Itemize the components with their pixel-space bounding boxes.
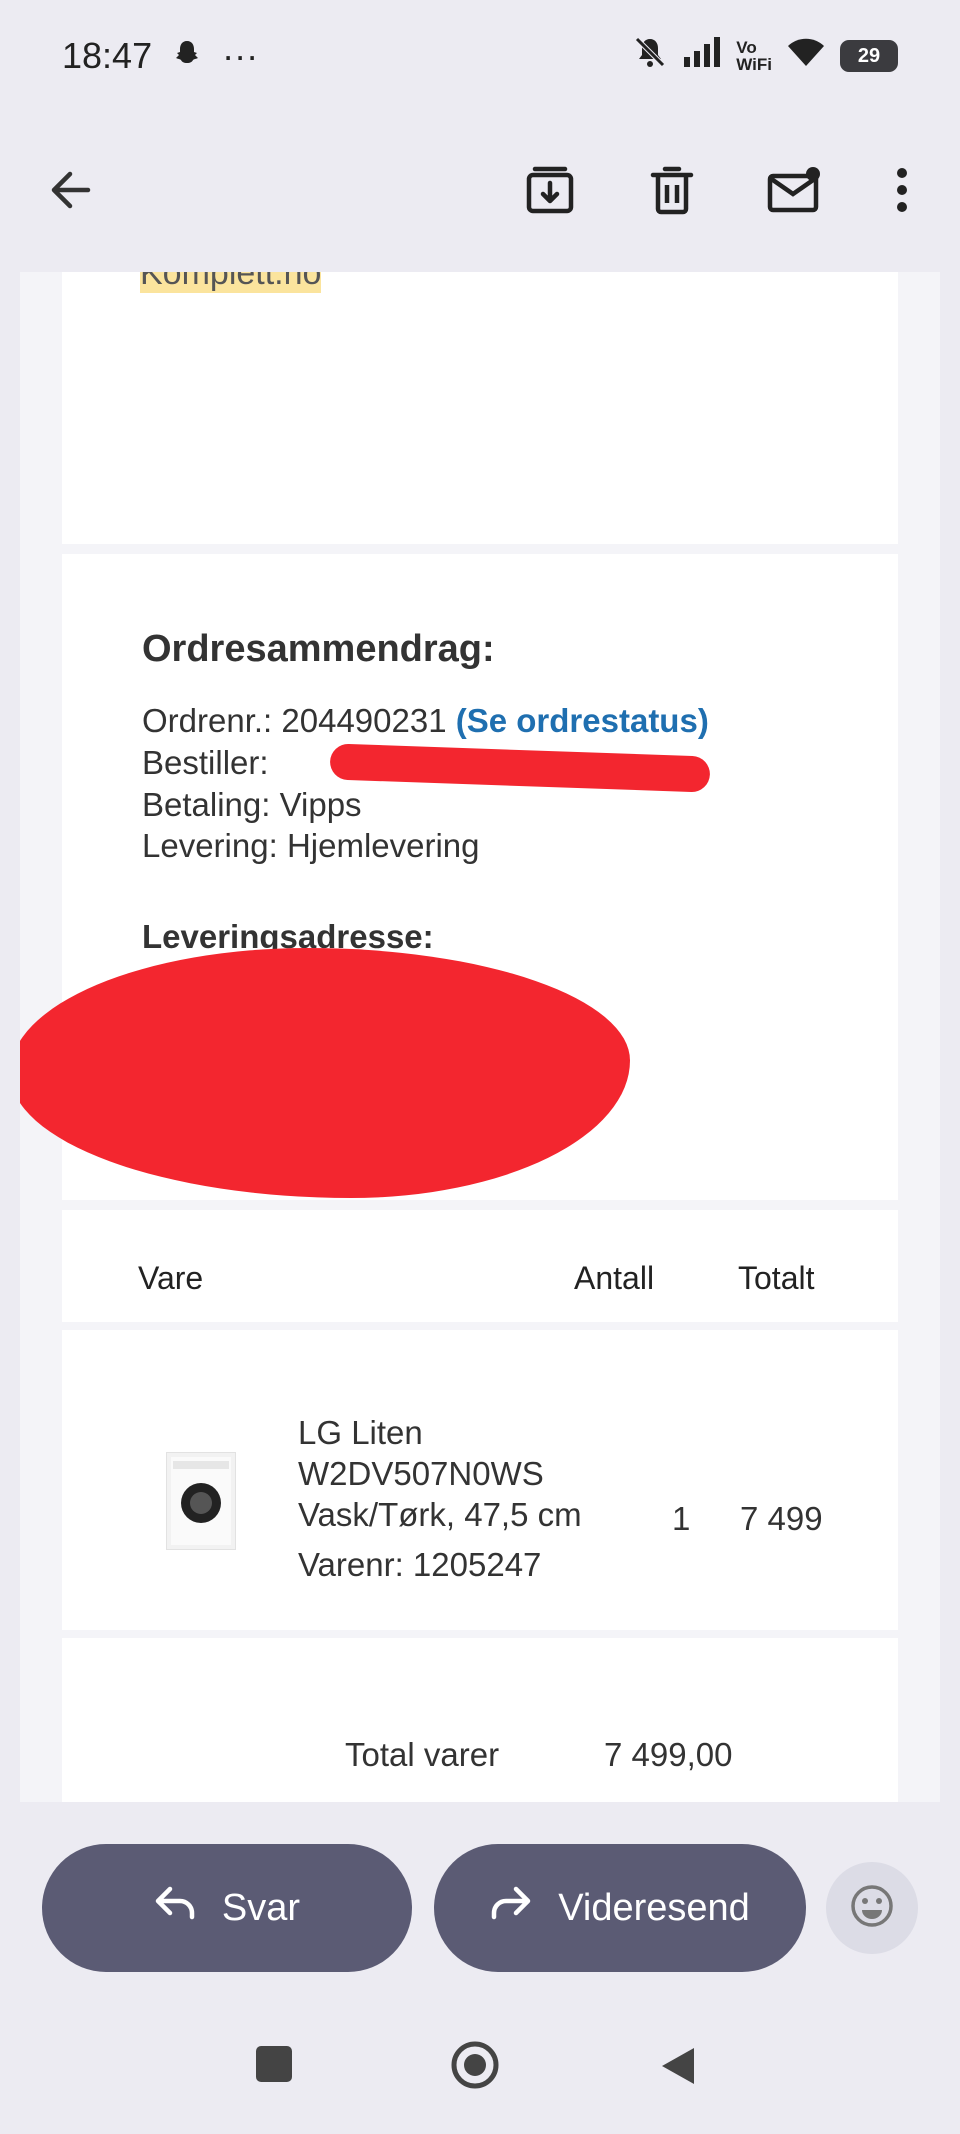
payment-value: Vipps — [279, 786, 362, 823]
order-number-label: Ordrenr.: — [142, 702, 273, 739]
bottom-action-bar: Svar Videresend — [0, 1802, 960, 2134]
address-redaction — [20, 948, 630, 1198]
mail-unread-icon[interactable] — [765, 160, 825, 220]
arrow-left-icon[interactable] — [40, 160, 100, 220]
nav-home-icon[interactable] — [450, 2040, 500, 2095]
totals-panel — [62, 1638, 898, 1802]
totals-label: Total varer — [345, 1736, 500, 1773]
totals-value: 7 499,00 — [604, 1736, 733, 1773]
order-status-link[interactable]: (Se ordrestatus) — [456, 702, 709, 739]
product-name-line2[interactable]: W2DV507N0WS — [298, 1453, 544, 1495]
forward-button[interactable]: Videresend — [434, 1844, 806, 1972]
delivery-label: Levering: — [142, 827, 278, 864]
archive-icon[interactable] — [520, 160, 580, 220]
bell-off-icon — [632, 34, 668, 79]
clock: 18:47 — [62, 35, 153, 76]
reply-icon — [154, 1885, 196, 1931]
product-total: 7 499 — [740, 1500, 823, 1537]
summary-title: Ordresammendrag: — [142, 628, 495, 670]
smiley-icon — [850, 1884, 894, 1933]
reply-button[interactable]: Svar — [42, 1844, 412, 1972]
forward-label: Videresend — [558, 1886, 750, 1929]
sender-snippet: Komplett.no — [140, 272, 322, 293]
col-qty: Antall — [574, 1260, 655, 1296]
snapchat-icon — [172, 35, 202, 77]
product-sku: Varenr: 1205247 — [298, 1546, 542, 1583]
trash-icon[interactable] — [642, 160, 702, 220]
payment-row: Betaling: Vipps — [142, 786, 362, 824]
delivery-row: Levering: Hjemlevering — [142, 827, 480, 865]
forward-icon — [490, 1885, 532, 1931]
nav-back-icon[interactable] — [660, 2046, 696, 2091]
delivery-value: Hjemlevering — [286, 827, 480, 864]
vowifi-icon: Vo WiFi — [736, 38, 772, 74]
status-bar: 18:47 ··· Vo WiFi 29 — [0, 0, 960, 112]
product-image[interactable] — [166, 1452, 236, 1550]
nav-recents-icon[interactable] — [256, 2046, 292, 2087]
order-number-row: Ordrenr.: 204490231 (Se ordrestatus) — [142, 702, 709, 740]
more-notifications-icon: ··· — [222, 35, 259, 76]
product-name-line1[interactable]: LG Liten — [298, 1412, 423, 1454]
payment-label: Betaling: — [142, 786, 271, 823]
orderer-row: Bestiller: — [142, 744, 269, 782]
product-name-line3[interactable]: Vask/Tørk, 47,5 cm — [298, 1494, 582, 1536]
emoji-reaction-button[interactable] — [826, 1862, 918, 1954]
email-toolbar — [0, 112, 960, 272]
signal-icon — [682, 35, 722, 78]
reply-label: Svar — [221, 1886, 301, 1929]
orderer-label: Bestiller: — [142, 744, 269, 781]
product-qty: 1 — [672, 1500, 691, 1537]
col-total: Totalt — [738, 1260, 815, 1296]
col-item: Vare — [138, 1260, 204, 1296]
more-vertical-icon[interactable] — [872, 160, 932, 220]
battery-icon: 29 — [840, 40, 898, 72]
wifi-icon — [786, 35, 826, 77]
order-number: 204490231 — [281, 702, 447, 739]
email-body: Komplett.no Ordresammendrag: Ordrenr.: 2… — [20, 272, 940, 1802]
email-header-panel: Komplett.no — [62, 272, 898, 544]
